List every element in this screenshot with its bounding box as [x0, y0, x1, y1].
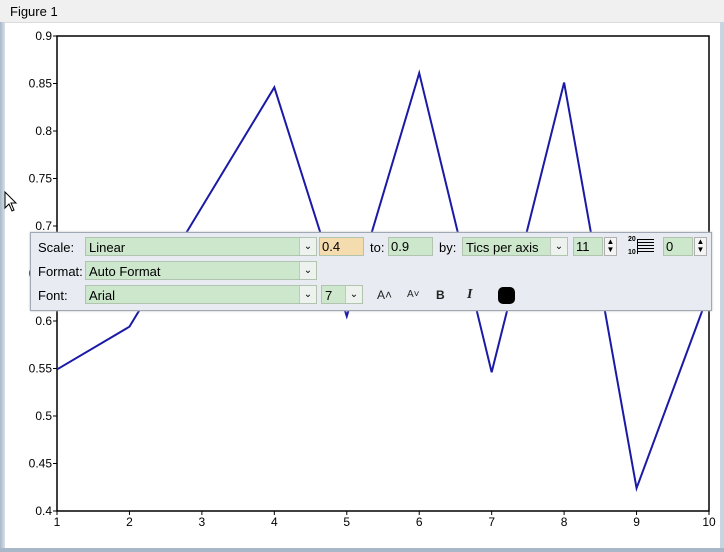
font-label: Font:: [38, 288, 68, 303]
format-value: Auto Format: [89, 264, 161, 279]
x-tick-label: 3: [199, 515, 206, 529]
y-tick-label: 0.4: [35, 504, 52, 518]
font-value: Arial: [89, 288, 116, 303]
y-tick-label: 0.7: [35, 219, 52, 233]
x-tick-label: 1: [54, 515, 61, 529]
chevron-down-icon[interactable]: ⌄: [299, 238, 316, 255]
minor-tics-spinner[interactable]: ▲ ▼: [694, 237, 707, 256]
scale-value: Linear: [89, 240, 126, 255]
chevron-down-icon[interactable]: ⌄: [299, 262, 316, 279]
x-tick-label: 5: [343, 515, 350, 529]
x-tick-label: 10: [702, 515, 716, 529]
minor-tics-icon: 20 10: [628, 236, 656, 258]
scale-label: Scale:: [38, 240, 75, 255]
tics-mode-dropdown[interactable]: Tics per axis ⌄: [462, 237, 568, 256]
to-input[interactable]: 0.9: [388, 237, 433, 256]
x-tick-label: 4: [271, 515, 278, 529]
tics-count-input[interactable]: 11: [573, 237, 603, 256]
minor-tics-input[interactable]: 0: [663, 237, 693, 256]
y-tick-label: 0.85: [29, 77, 53, 91]
format-label: Format:: [38, 264, 83, 279]
x-tick-label: 9: [633, 515, 640, 529]
font-color-swatch[interactable]: [498, 287, 515, 304]
font-dropdown[interactable]: Arial ⌄: [85, 285, 317, 304]
chevron-down-icon[interactable]: ⌄: [299, 286, 316, 303]
by-label: by:: [439, 240, 457, 255]
chevron-down-icon[interactable]: ⌄: [550, 238, 567, 255]
y-tick-label: 0.75: [29, 172, 53, 186]
y-tick-label: 0.6: [35, 314, 52, 328]
decrease-font-icon[interactable]: A˅: [407, 289, 420, 300]
y-tick-label: 0.8: [35, 124, 52, 138]
y-tick-label: 0.9: [35, 29, 52, 43]
increase-font-icon[interactable]: A˄: [377, 288, 392, 302]
scale-dropdown[interactable]: Linear ⌄: [85, 237, 317, 256]
y-tick-label: 0.45: [29, 457, 53, 471]
bold-icon[interactable]: B: [436, 288, 445, 302]
x-tick-label: 6: [416, 515, 423, 529]
x-tick-label: 2: [126, 515, 133, 529]
y-tick-label: 0.55: [29, 362, 53, 376]
x-tick-label: 7: [488, 515, 495, 529]
to-label: to:: [370, 240, 385, 255]
y-tick-label: 0.5: [35, 409, 52, 423]
font-size-dropdown[interactable]: 7 ⌄: [321, 285, 363, 304]
from-input[interactable]: 0.4: [319, 237, 364, 256]
tics-count-spinner[interactable]: ▲ ▼: [604, 237, 617, 256]
axis-properties-panel: Scale: Linear ⌄ 0.4 to: 0.9 by: Tics per…: [30, 232, 712, 311]
format-dropdown[interactable]: Auto Format ⌄: [85, 261, 317, 280]
mouse-cursor-icon: [4, 191, 18, 212]
tics-mode-value: Tics per axis: [466, 240, 539, 255]
italic-icon[interactable]: I: [467, 287, 472, 303]
font-size-value: 7: [325, 288, 333, 303]
chevron-down-icon[interactable]: ⌄: [345, 286, 362, 303]
x-tick-label: 8: [561, 515, 568, 529]
